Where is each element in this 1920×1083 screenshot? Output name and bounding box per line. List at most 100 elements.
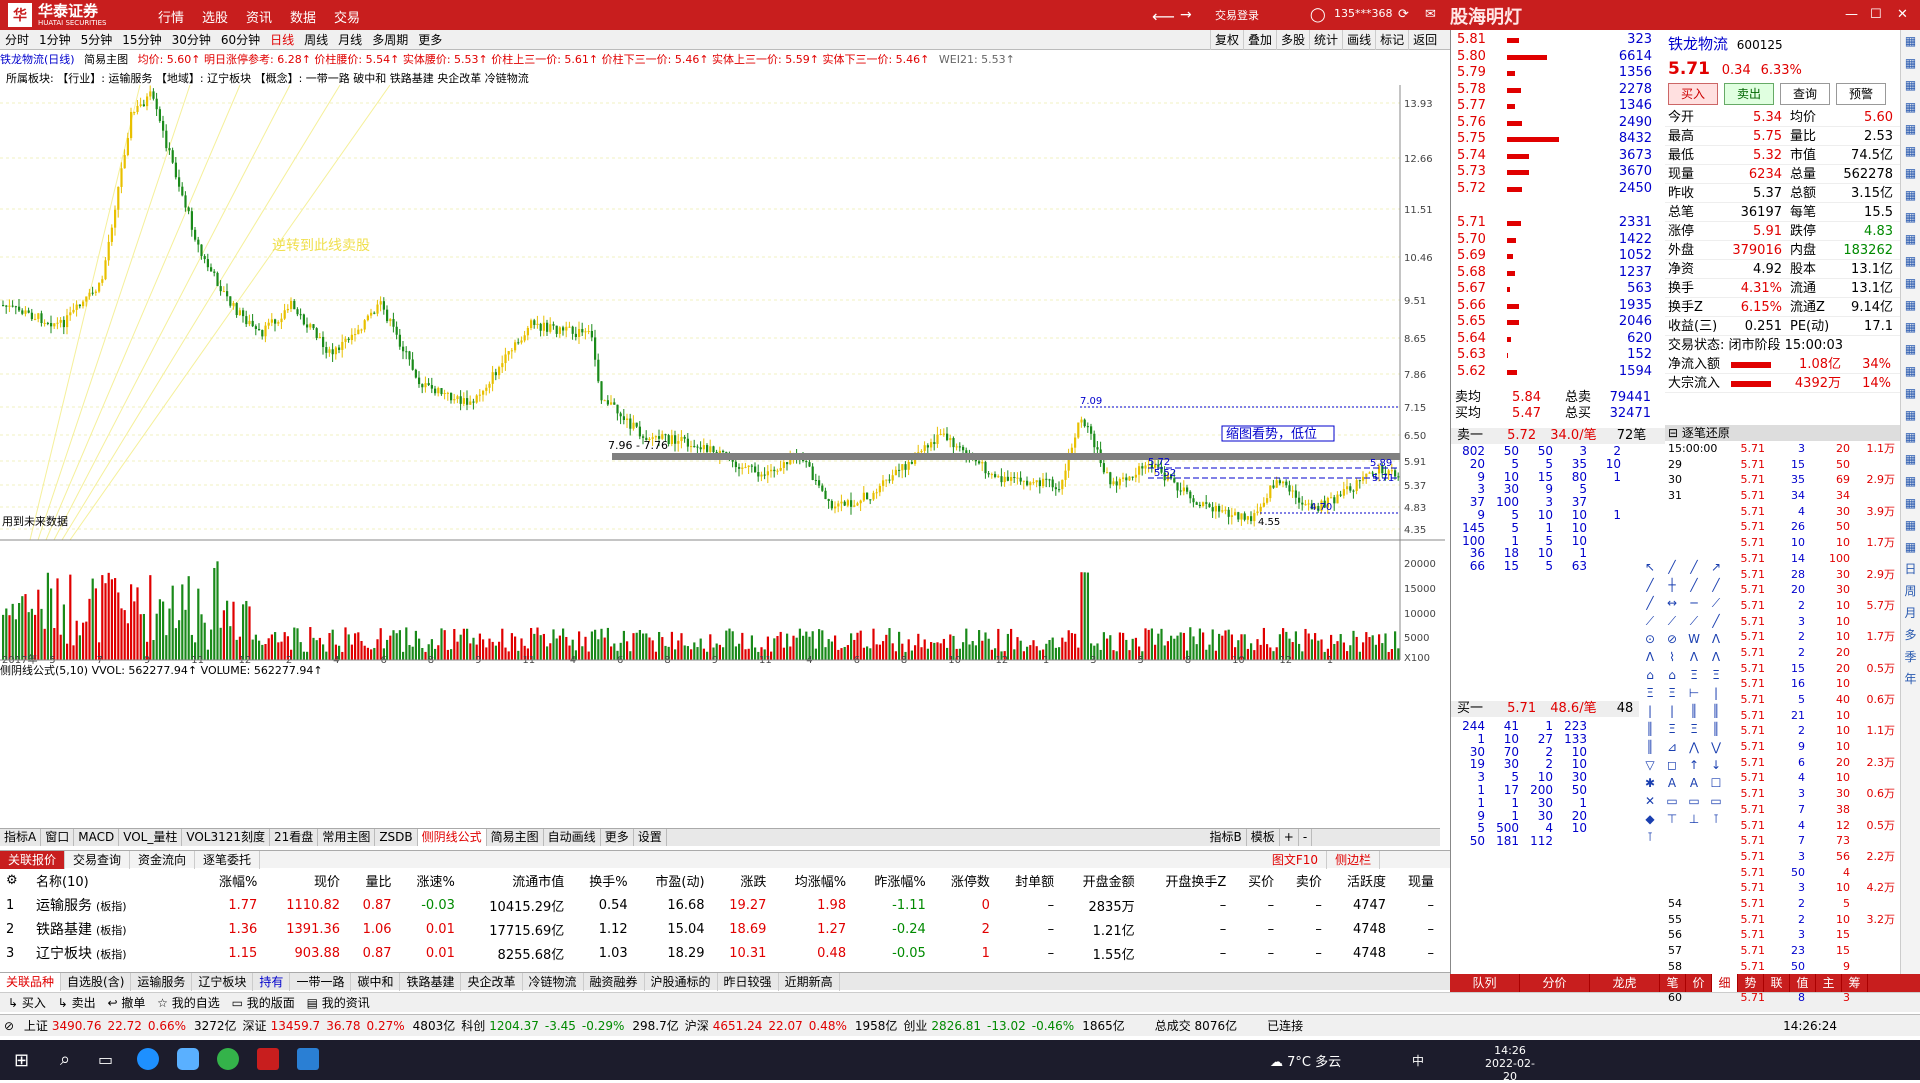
windows-start-icon[interactable]: ⊞ bbox=[14, 1050, 29, 1071]
category-tab[interactable]: 央企改革 bbox=[461, 973, 523, 991]
side-tool-icon[interactable]: ▦ bbox=[1901, 338, 1920, 360]
indicator-tab-active[interactable]: 侧阴线公式 bbox=[417, 829, 487, 846]
indicator-tab[interactable]: 更多 bbox=[601, 829, 634, 846]
panel-tab[interactable]: 值 bbox=[1790, 974, 1816, 992]
tool-button[interactable]: 复权 bbox=[1210, 30, 1243, 50]
col-header[interactable]: 涨速% bbox=[398, 868, 461, 893]
task-view-icon[interactable]: ▭ bbox=[98, 1050, 113, 1069]
drawing-tool-icon[interactable]: ✕ bbox=[1639, 794, 1661, 812]
app-icon[interactable] bbox=[177, 1048, 199, 1070]
tool-button[interactable]: 多股 bbox=[1276, 30, 1309, 50]
side-tool-icon[interactable]: ▦ bbox=[1901, 250, 1920, 272]
tool-button[interactable]: 画线 bbox=[1342, 30, 1375, 50]
menu-item[interactable]: 行情 bbox=[158, 7, 184, 26]
side-tool-icon[interactable]: ▦ bbox=[1901, 206, 1920, 228]
search-icon[interactable]: ⌕ bbox=[60, 1049, 70, 1070]
forward-arrow-icon[interactable]: → bbox=[1180, 7, 1192, 23]
side-tool-icon[interactable]: ▦ bbox=[1901, 140, 1920, 162]
table-row[interactable]: 3 辽宁板块 (板指) 1.15 903.88 0.87 0.01 8255.68亿 1.03 1… bbox=[0, 941, 1440, 965]
drawing-tool-icon[interactable]: ↖ bbox=[1639, 560, 1661, 578]
user-icon[interactable]: ◯ bbox=[1310, 7, 1326, 23]
menu-item[interactable]: 选股 bbox=[202, 7, 228, 26]
refresh-icon[interactable]: ⟳ bbox=[1398, 7, 1409, 22]
side-period-tab[interactable]: 多 bbox=[1901, 624, 1920, 646]
side-tool-icon[interactable]: ▦ bbox=[1901, 404, 1920, 426]
drawing-tool-icon[interactable]: ╱ bbox=[1639, 578, 1661, 596]
period-tab[interactable]: 1分钟 bbox=[34, 30, 76, 50]
menu-item[interactable]: 交易 bbox=[334, 7, 360, 26]
sector-name[interactable]: 运输服务 (板指) bbox=[30, 893, 200, 917]
index-name[interactable]: 深证 bbox=[243, 1019, 267, 1033]
indicator-tab[interactable]: 窗口 bbox=[41, 829, 75, 846]
category-tab[interactable]: 近期新高 bbox=[779, 973, 840, 991]
indicator-tab[interactable]: 常用主图 bbox=[318, 829, 376, 846]
panel-tab[interactable]: 势 bbox=[1738, 974, 1764, 992]
col-header[interactable]: 卖价 bbox=[1280, 868, 1328, 893]
category-tab[interactable]: 碳中和 bbox=[351, 973, 401, 991]
side-tool-icon[interactable]: ▦ bbox=[1901, 382, 1920, 404]
side-tool-icon[interactable]: ▦ bbox=[1901, 228, 1920, 250]
mail-icon[interactable]: ✉ bbox=[1425, 7, 1436, 22]
side-tool-icon[interactable]: ▦ bbox=[1901, 74, 1920, 96]
side-tool-icon[interactable]: ▦ bbox=[1901, 360, 1920, 382]
side-tool-icon[interactable]: ▦ bbox=[1901, 536, 1920, 558]
buy-action[interactable]: ↳ 买入 bbox=[8, 993, 46, 1013]
indicator-tab[interactable]: VOL_量柱 bbox=[119, 829, 183, 846]
side-tool-icon[interactable]: ▦ bbox=[1901, 316, 1920, 338]
indicator-tab[interactable]: 指标A bbox=[0, 829, 42, 846]
period-tab[interactable]: 5分钟 bbox=[76, 30, 118, 50]
col-header[interactable]: 量比 bbox=[346, 868, 398, 893]
layout-action[interactable]: ▭ 我的版面 bbox=[232, 993, 295, 1013]
indicator-tab[interactable]: 设置 bbox=[634, 829, 667, 846]
side-period-tab[interactable]: 年 bbox=[1901, 668, 1920, 690]
side-tool-icon[interactable]: ▦ bbox=[1901, 426, 1920, 448]
category-tab[interactable]: 一带一路 bbox=[290, 973, 352, 991]
browser-icon[interactable] bbox=[137, 1048, 159, 1070]
side-period-tab[interactable]: 季 bbox=[1901, 646, 1920, 668]
period-tab[interactable]: 月线 bbox=[333, 30, 367, 50]
col-header[interactable]: 名称(10) bbox=[30, 868, 200, 893]
indicator-tab[interactable]: 指标B bbox=[1206, 829, 1247, 846]
tool-button[interactable]: 返回 bbox=[1408, 30, 1441, 50]
cancel-action[interactable]: ↩ 撤单 bbox=[107, 993, 145, 1013]
remove-tab-button[interactable]: - bbox=[1299, 829, 1313, 846]
formula-name[interactable]: 简易主图 bbox=[84, 53, 128, 66]
side-tool-icon[interactable]: ▦ bbox=[1901, 470, 1920, 492]
settings-icon[interactable]: ⚙ bbox=[0, 868, 30, 893]
indicator-tab[interactable]: 模板 bbox=[1247, 829, 1280, 846]
drawing-tool-icon[interactable]: ✱ bbox=[1639, 776, 1661, 794]
maximize-icon[interactable]: ☐ bbox=[1870, 7, 1882, 22]
side-tool-icon[interactable]: ▦ bbox=[1901, 162, 1920, 184]
col-header[interactable]: 昨涨幅% bbox=[852, 868, 932, 893]
category-tab[interactable]: 自选股(含) bbox=[61, 973, 132, 991]
minimize-icon[interactable]: — bbox=[1845, 7, 1858, 22]
category-tab[interactable]: 关联品种 bbox=[0, 973, 62, 991]
col-header[interactable]: 换手% bbox=[570, 868, 633, 893]
sell-action[interactable]: ↳ 卖出 bbox=[58, 993, 96, 1013]
side-tool-icon[interactable]: ▦ bbox=[1901, 96, 1920, 118]
side-tool-icon[interactable]: ▦ bbox=[1901, 272, 1920, 294]
tool-button[interactable]: 统计 bbox=[1309, 30, 1342, 50]
period-tab[interactable]: 30分钟 bbox=[167, 30, 216, 50]
indicator-tab[interactable]: ZSDB bbox=[375, 829, 418, 846]
side-tool-icon[interactable]: ▦ bbox=[1901, 52, 1920, 74]
panel-tab[interactable]: 分价 bbox=[1520, 974, 1590, 992]
category-tab[interactable]: 铁路基建 bbox=[400, 973, 462, 991]
index-name[interactable]: 创业 bbox=[903, 1019, 927, 1033]
side-period-tab[interactable]: 周 bbox=[1901, 580, 1920, 602]
side-tool-icon[interactable]: ▦ bbox=[1901, 448, 1920, 470]
period-tab-more[interactable]: 更多 bbox=[413, 30, 447, 50]
indicator-tab[interactable]: 简易主图 bbox=[487, 829, 544, 846]
side-tool-icon[interactable]: ▦ bbox=[1901, 514, 1920, 536]
app-icon[interactable] bbox=[217, 1048, 239, 1070]
tool-button[interactable]: 标记 bbox=[1375, 30, 1408, 50]
trade-login-button[interactable]: 交易登录 bbox=[1215, 7, 1259, 23]
period-tab[interactable]: 15分钟 bbox=[117, 30, 166, 50]
col-header[interactable]: 涨幅% bbox=[200, 868, 263, 893]
side-period-tab[interactable]: 月 bbox=[1901, 602, 1920, 624]
buy-button[interactable]: 买入 bbox=[1668, 83, 1718, 105]
clock[interactable]: 14:26 2022-02-20 bbox=[1480, 1044, 1540, 1083]
panel-tab[interactable]: 主 bbox=[1816, 974, 1842, 992]
col-header[interactable]: 市盈(动) bbox=[634, 868, 711, 893]
index-name[interactable]: 沪深 bbox=[685, 1019, 709, 1033]
